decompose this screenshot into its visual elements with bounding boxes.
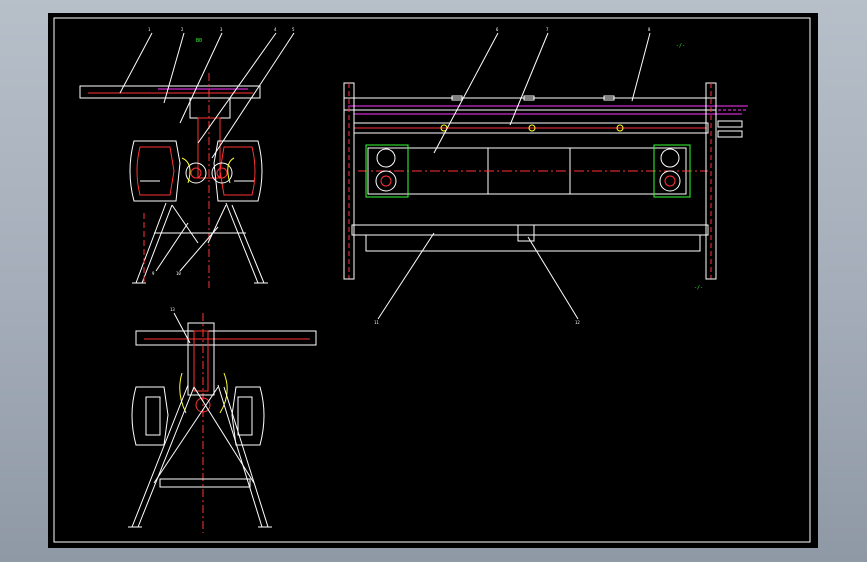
balloon-1: 1 xyxy=(148,27,151,32)
front-view xyxy=(79,32,295,288)
balloon-7: 7 xyxy=(546,27,549,32)
rear-view xyxy=(128,312,317,533)
balloon-6: 6 xyxy=(496,27,499,32)
cad-drawing-canvas: 1 2 3 4 5 6 7 8 9 10 11 12 13 B0 -/- -/- xyxy=(53,17,811,543)
balloon-3: 3 xyxy=(220,27,223,32)
cad-drawing-viewport[interactable]: 1 2 3 4 5 6 7 8 9 10 11 12 13 B0 -/- -/- xyxy=(48,13,818,548)
balloon-8: 8 xyxy=(648,27,651,32)
balloon-2: 2 xyxy=(181,27,184,32)
balloon-11: 11 xyxy=(374,320,379,325)
annotation-right-bottom: -/- xyxy=(694,285,703,291)
balloon-10: 10 xyxy=(176,271,181,276)
balloon-4: 4 xyxy=(274,27,277,32)
balloon-13: 13 xyxy=(170,307,175,312)
side-view xyxy=(343,32,748,320)
balloon-9: 9 xyxy=(152,271,155,276)
balloon-labels: 1 2 3 4 5 6 7 8 9 10 11 12 13 xyxy=(148,27,651,325)
balloon-5: 5 xyxy=(292,27,295,32)
annotation-top-left: B0 xyxy=(196,38,202,44)
annotation-right-top: -/- xyxy=(676,43,685,49)
balloon-12: 12 xyxy=(575,320,580,325)
